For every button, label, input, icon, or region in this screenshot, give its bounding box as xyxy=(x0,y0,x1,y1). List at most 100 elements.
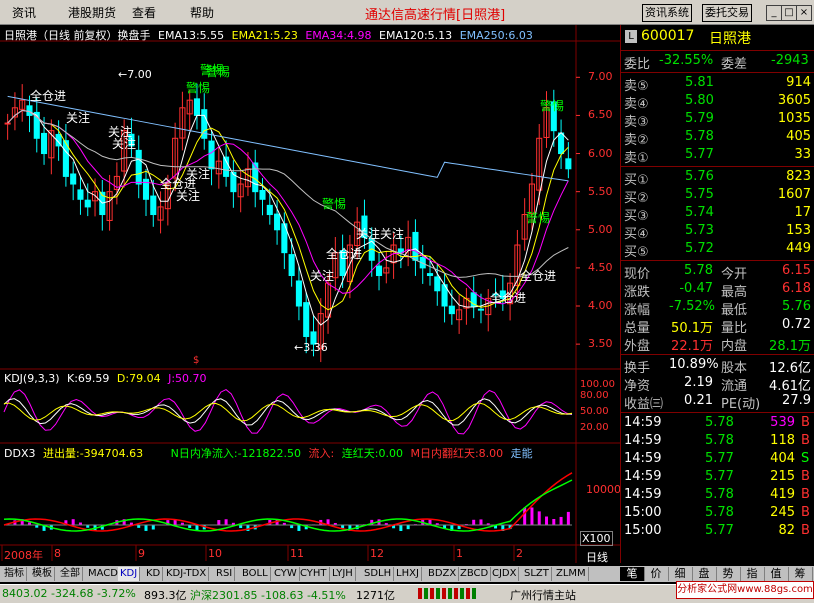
candle-body xyxy=(151,196,156,214)
station-label: 广州行情主站 xyxy=(510,587,576,603)
buy-level-row[interactable]: 买⑤ 5.72 449 xyxy=(621,241,814,259)
candle-body xyxy=(136,150,141,184)
right-panel-tab[interactable]: 价 xyxy=(644,567,669,581)
quote-panel: L 600017 日照港 委比 -32.55% 委差 -2943 卖⑤ 5.81… xyxy=(620,25,814,563)
candle-body xyxy=(194,99,199,116)
indicator-tab[interactable]: KD xyxy=(144,567,163,581)
tick-time: 14:59 xyxy=(624,487,661,502)
indicator-tab[interactable]: RSI xyxy=(214,567,235,581)
indicator-tab[interactable]: 指标 xyxy=(2,567,27,581)
signal-annotation: 全仓进 xyxy=(490,289,526,306)
kline-chart-canvas[interactable] xyxy=(0,25,620,563)
candle-body xyxy=(71,174,76,184)
kline-chart-area[interactable]: 日照港（日线 前复权）换盘手 EMA13:5.55 EMA21:5.23 EMA… xyxy=(0,25,620,563)
indicator-tab[interactable]: CYHT xyxy=(298,567,330,581)
stat-row: 现价 5.78 今开 6.15 xyxy=(621,263,814,281)
tick-row: 14:59 5.78 419 B xyxy=(621,487,814,505)
right-panel-tab[interactable]: 势 xyxy=(716,567,741,581)
date-axis-label: 1 xyxy=(456,547,463,560)
indicator-tab[interactable]: ZBCD xyxy=(458,567,491,581)
indicator-tab[interactable]: LHXJ xyxy=(394,567,422,581)
price-tick-label: 4.00 xyxy=(588,299,613,312)
right-panel-tab[interactable]: 细 xyxy=(668,567,693,581)
fund-label: 换手 xyxy=(624,357,650,376)
indicator-tab[interactable]: CJDX xyxy=(490,567,519,581)
info-system-button[interactable]: 资讯系统 xyxy=(642,4,692,22)
tick-row: 15:00 5.78 245 B xyxy=(621,505,814,523)
buy-level-row[interactable]: 买① 5.76 823 xyxy=(621,169,814,187)
tick-row: 14:59 5.77 215 B xyxy=(621,469,814,487)
close-button[interactable]: × xyxy=(796,5,812,21)
tick-volume: 82 xyxy=(761,523,795,538)
indicator-tab[interactable]: MACD xyxy=(86,567,121,581)
sell-level-row[interactable]: 卖② 5.78 405 xyxy=(621,129,814,147)
maximize-button[interactable]: □ xyxy=(781,5,797,21)
ddx-bar xyxy=(523,508,526,525)
menu-item-help[interactable]: 帮助 xyxy=(190,4,214,21)
tick-price: 5.78 xyxy=(705,505,734,520)
indicator-tab[interactable]: 模板 xyxy=(30,567,55,581)
date-axis-label: 9 xyxy=(138,547,145,560)
candle-body xyxy=(427,274,432,276)
buy-price: 5.72 xyxy=(685,241,714,256)
window-title: 通达信高速行情[日照港] xyxy=(365,4,505,23)
fund-label: 净资 xyxy=(624,375,650,394)
price-tick-label: 5.50 xyxy=(588,185,613,198)
kdj-tick-label: 80.00 xyxy=(580,390,609,401)
fund-label: 收益㈢ xyxy=(624,393,663,412)
ddx-flow: 流入: xyxy=(309,447,335,460)
menu-item-info[interactable]: 资讯 xyxy=(12,4,36,21)
sell-level-row[interactable]: 卖① 5.77 33 xyxy=(621,147,814,165)
indicator-tab[interactable]: SDLH xyxy=(362,567,394,581)
period-label[interactable]: 日线 xyxy=(586,549,608,565)
stat-value: 5.78 xyxy=(669,263,713,278)
indicator-tab[interactable]: ZLMM xyxy=(554,567,589,581)
site-watermark: 分析家公式网www.88gs.com xyxy=(676,581,814,599)
right-panel-tab[interactable]: 指 xyxy=(740,567,765,581)
indicator-tab[interactable]: KDJ-TDX xyxy=(164,567,209,581)
indicator-tab[interactable]: SLZT xyxy=(522,567,552,581)
ddx-bar xyxy=(530,507,533,525)
ddx-inflow: 进出量:-394704.63 xyxy=(43,447,143,460)
indicator-tab[interactable]: LYJH xyxy=(330,567,356,581)
stat-row: 涨幅 -7.52% 最低 5.76 xyxy=(621,299,814,317)
indicator-tab[interactable]: KDJ xyxy=(118,567,140,581)
buy-level-row[interactable]: 买④ 5.73 153 xyxy=(621,223,814,241)
sell-level-row[interactable]: 卖④ 5.80 3605 xyxy=(621,93,814,111)
signal-annotation: 全仓进 xyxy=(520,267,556,284)
right-panel-tab[interactable]: 值 xyxy=(764,567,789,581)
indicator-tab[interactable]: BOLL xyxy=(240,567,271,581)
menu-item-view[interactable]: 查看 xyxy=(132,4,156,21)
signal-annotation: 警惕 xyxy=(540,97,564,114)
stat-value: 6.15 xyxy=(782,263,811,278)
sell-level-row[interactable]: 卖⑤ 5.81 914 xyxy=(621,75,814,93)
buy-volume: 17 xyxy=(794,205,811,220)
right-panel-tab[interactable]: 盘 xyxy=(692,567,717,581)
ema13-label: EMA13:5.55 xyxy=(158,29,224,42)
sell-level-row[interactable]: 卖③ 5.79 1035 xyxy=(621,111,814,129)
tick-time: 14:59 xyxy=(624,415,661,430)
buy-level-row[interactable]: 买② 5.75 1607 xyxy=(621,187,814,205)
ddx-bar xyxy=(552,519,555,525)
signal-annotation: 警惕 xyxy=(206,63,230,80)
date-axis-label: 12 xyxy=(370,547,384,560)
indicator-tab[interactable]: CYW xyxy=(272,567,300,581)
menu-item-hk-futures[interactable]: 港股期货 xyxy=(68,4,116,21)
ddx-header: DDX3 进出量:-394704.63 N日内净流入:-121822.50 流入… xyxy=(4,445,533,461)
stock-logo-icon: L xyxy=(625,30,637,43)
right-panel-tab[interactable]: 筹 xyxy=(788,567,813,581)
trade-button[interactable]: 委托交易 xyxy=(702,4,752,22)
fundamental-row: 换手 10.89% 股本 12.6亿 xyxy=(621,357,814,375)
stat-label: 涨跌 xyxy=(624,281,650,300)
buy-level-row[interactable]: 买③ 5.74 17 xyxy=(621,205,814,223)
ddx-tick: 10000 xyxy=(586,483,621,496)
tick-time: 15:00 xyxy=(624,523,661,538)
fund-value: 12.6亿 xyxy=(769,357,811,376)
right-panel-tab[interactable]: 笔 xyxy=(620,567,645,581)
minimize-button[interactable]: _ xyxy=(766,5,782,21)
date-axis-label: 8 xyxy=(54,547,61,560)
indicator-tab[interactable]: 全部 xyxy=(58,567,83,581)
ddx-bar xyxy=(297,525,300,531)
tick-price: 5.78 xyxy=(705,433,734,448)
indicator-tab[interactable]: BDZX xyxy=(426,567,459,581)
